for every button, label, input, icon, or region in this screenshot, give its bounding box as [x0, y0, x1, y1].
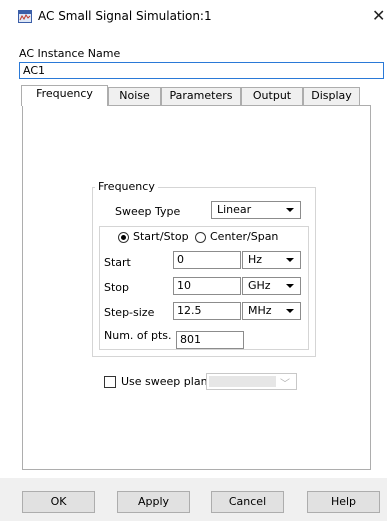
start-stop-radio[interactable] — [118, 232, 129, 243]
instance-name-label: AC Instance Name — [19, 47, 121, 60]
tab-display[interactable]: Display — [303, 87, 360, 105]
use-sweep-plan-label[interactable]: Use sweep plan — [121, 375, 208, 388]
chevron-down-icon — [286, 309, 294, 313]
start-unit-select[interactable]: Hz — [242, 251, 301, 269]
ok-button[interactable]: OK — [22, 491, 95, 513]
use-sweep-plan-checkbox[interactable] — [104, 376, 116, 388]
close-icon[interactable]: ✕ — [372, 6, 385, 26]
cancel-button[interactable]: Cancel — [211, 491, 284, 513]
instance-name-input[interactable]: AC1 — [19, 62, 384, 79]
sweep-plan-select: ﹀ — [206, 373, 297, 390]
sweep-plan-value — [209, 376, 276, 387]
frequency-group-label: Frequency — [95, 180, 158, 193]
sweep-type-value: Linear — [217, 203, 252, 216]
tab-parameters[interactable]: Parameters — [161, 87, 241, 105]
num-pts-label: Num. of pts. — [104, 329, 172, 342]
simulation-app-icon — [18, 10, 32, 23]
start-input[interactable]: 0 — [173, 251, 241, 269]
window-title: AC Small Signal Simulation:1 — [38, 9, 212, 23]
chevron-down-icon — [286, 208, 294, 212]
stop-unit-select[interactable]: GHz — [242, 277, 301, 295]
step-size-unit-select[interactable]: MHz — [242, 302, 301, 320]
chevron-down-icon — [286, 258, 294, 262]
tab-frequency[interactable]: Frequency — [21, 85, 108, 106]
tab-noise[interactable]: Noise — [108, 87, 161, 105]
chevron-down-icon: ﹀ — [280, 379, 290, 390]
start-unit-value: Hz — [248, 253, 263, 266]
chevron-down-icon — [286, 284, 294, 288]
start-label: Start — [104, 256, 131, 269]
sweep-type-label: Sweep Type — [115, 205, 181, 218]
tab-output[interactable]: Output — [241, 87, 303, 105]
apply-button[interactable]: Apply — [117, 491, 190, 513]
step-size-label: Step-size — [104, 306, 155, 319]
step-size-input[interactable]: 12.5 — [173, 302, 241, 320]
help-button[interactable]: Help — [307, 491, 380, 513]
center-span-radio[interactable] — [195, 232, 206, 243]
stop-unit-value: GHz — [248, 279, 271, 292]
start-stop-label[interactable]: Start/Stop — [133, 230, 189, 243]
num-pts-input[interactable]: 801 — [176, 331, 244, 349]
stop-input[interactable]: 10 — [173, 277, 241, 295]
stop-label: Stop — [104, 281, 130, 294]
center-span-label[interactable]: Center/Span — [210, 230, 278, 243]
sweep-type-select[interactable]: Linear — [211, 201, 301, 219]
step-size-unit-value: MHz — [248, 304, 272, 317]
